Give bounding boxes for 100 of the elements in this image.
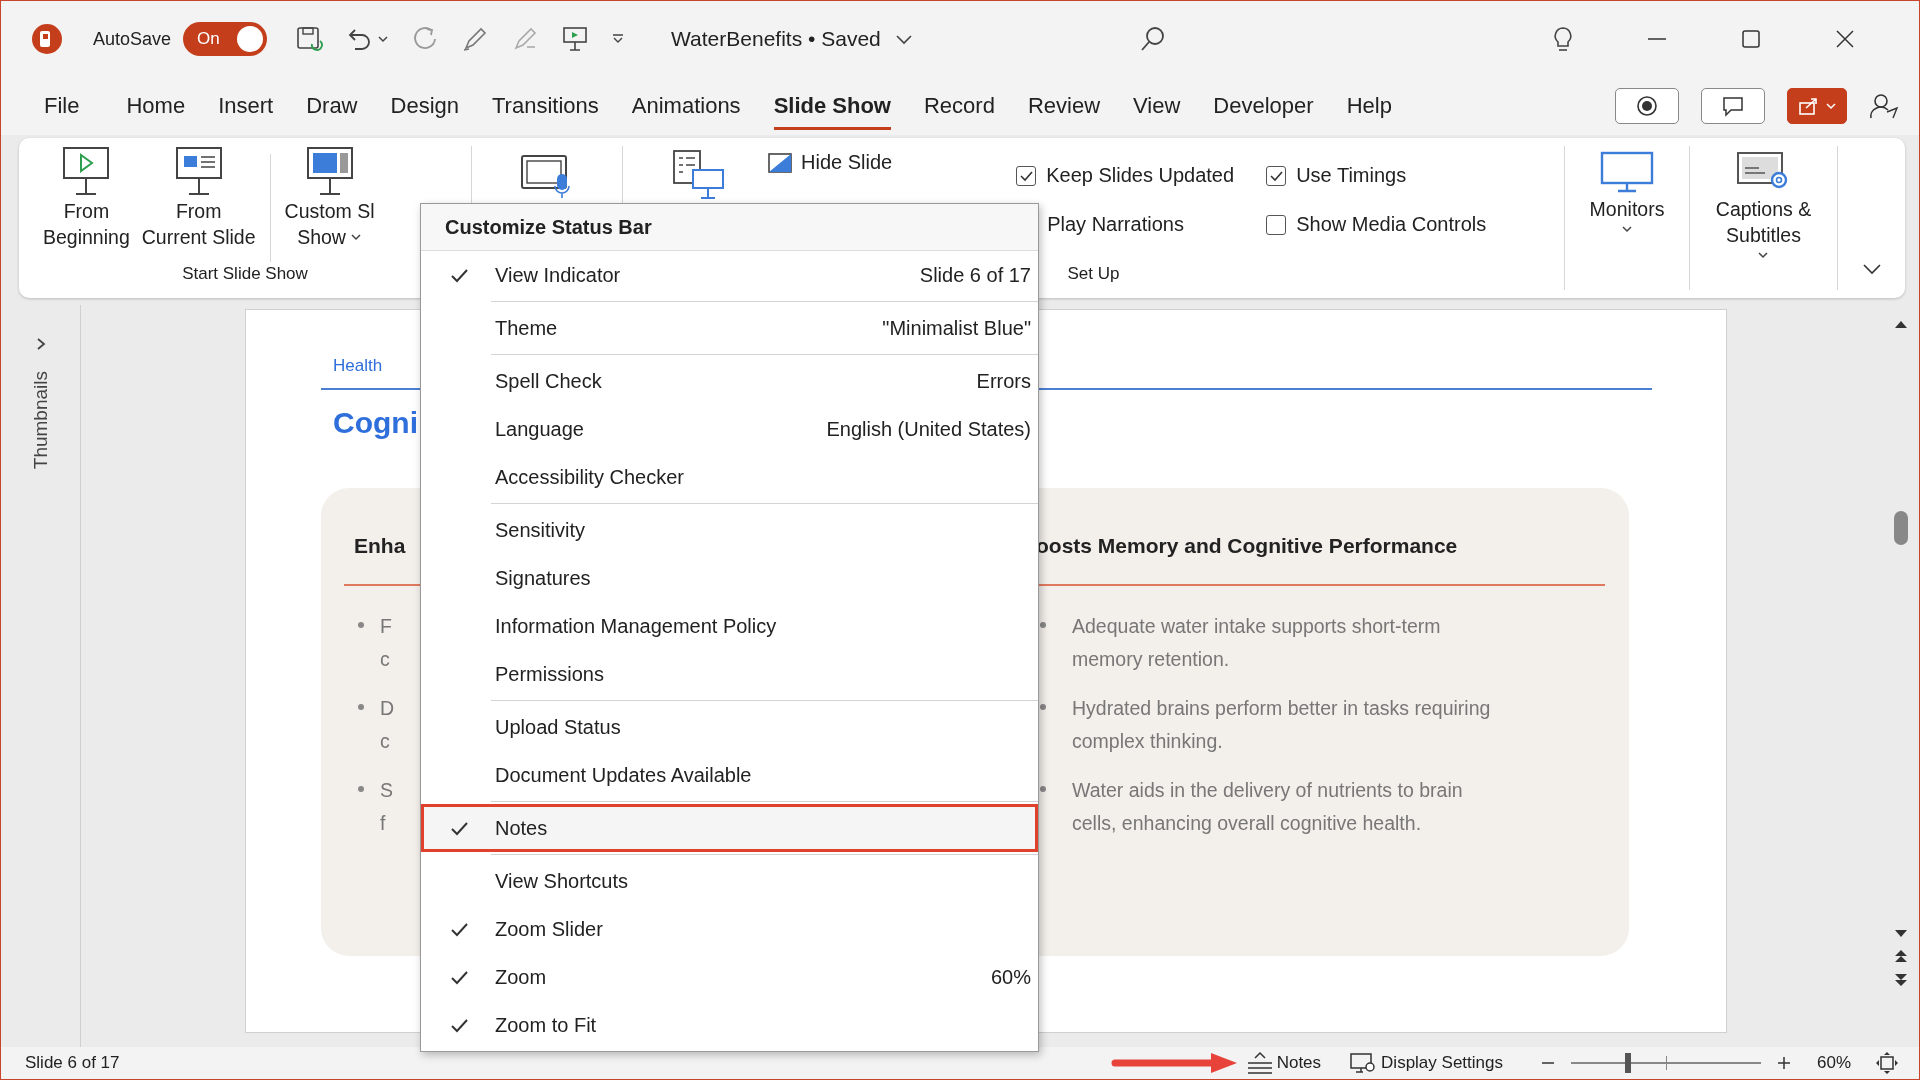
zoom-in-icon[interactable] bbox=[1776, 1056, 1791, 1070]
scroll-up-icon[interactable] bbox=[1894, 319, 1908, 329]
ribbon-tab[interactable]: Record bbox=[924, 82, 995, 130]
menu-item[interactable]: Theme "Minimalist Blue" bbox=[421, 304, 1038, 352]
checkbox[interactable] bbox=[1266, 214, 1287, 235]
group-label: Set Up bbox=[1067, 264, 1120, 285]
ribbon-tab[interactable]: Home bbox=[126, 82, 186, 130]
collapse-ribbon-icon[interactable] bbox=[1861, 262, 1882, 276]
menu-item[interactable]: View Indicator Slide 6 of 17 bbox=[421, 251, 1038, 299]
ribbon-tab[interactable]: Transitions bbox=[492, 82, 599, 130]
caret-icon[interactable] bbox=[377, 34, 390, 44]
bullet-icon bbox=[358, 704, 364, 710]
autosave-label: AutoSave bbox=[93, 28, 172, 50]
comments-button[interactable] bbox=[1701, 88, 1765, 124]
menu-item[interactable]: Language English (United States) bbox=[421, 405, 1038, 453]
menu-item-value: 60% bbox=[990, 965, 1031, 989]
checkbox[interactable] bbox=[1266, 165, 1287, 186]
ribbon-tab[interactable]: Help bbox=[1346, 82, 1392, 130]
menu-item[interactable]: Zoom Slider bbox=[421, 905, 1038, 953]
ribbon-tab[interactable]: File bbox=[44, 82, 80, 130]
menu-item[interactable]: Signatures bbox=[421, 554, 1038, 602]
menu-item[interactable]: Sensitivity bbox=[421, 506, 1038, 554]
bullet-text: Hydrated brains perform better in tasks requiring complex thinking. bbox=[1072, 696, 1491, 754]
checkbox-label: Show Media Controls bbox=[1296, 213, 1487, 236]
slide-setup-icon[interactable] bbox=[671, 148, 727, 200]
app-icon bbox=[31, 23, 63, 55]
hide-slide-button[interactable]: Hide Slide bbox=[767, 151, 893, 174]
checkbox-label: Play Narrations bbox=[1047, 213, 1184, 236]
card-heading: oosts Memory and Cognitive Performance bbox=[1036, 534, 1459, 558]
slider-thumb[interactable] bbox=[1624, 1053, 1631, 1073]
ribbon-tab[interactable]: Review bbox=[1027, 82, 1101, 130]
comment-icon bbox=[1721, 95, 1745, 117]
autosave-toggle[interactable]: On bbox=[183, 22, 268, 56]
menu-item[interactable]: Zoom to Fit bbox=[421, 1001, 1038, 1049]
caret-icon bbox=[1825, 101, 1837, 111]
ribbon-tab[interactable]: Slide Show bbox=[773, 82, 891, 130]
notes-icon bbox=[1246, 1051, 1273, 1075]
presentation-icon[interactable] bbox=[561, 25, 590, 53]
search-icon[interactable] bbox=[1138, 25, 1167, 53]
ribbon-button[interactable]: Captions & Subtitles bbox=[1711, 150, 1816, 260]
ribbon-button[interactable]: From Beginning bbox=[39, 146, 134, 250]
menu-item-value: "Minimalist Blue" bbox=[882, 316, 1031, 340]
ribbon-button[interactable]: Custom Sl Show bbox=[280, 146, 379, 250]
bullet-icon bbox=[1040, 622, 1046, 628]
menu-item[interactable]: Accessibility Checker bbox=[421, 453, 1038, 501]
hide-slide-icon bbox=[767, 151, 793, 174]
chevron-down-icon[interactable] bbox=[894, 33, 913, 45]
checkbox-label: Use Timings bbox=[1296, 164, 1407, 187]
bullet-icon bbox=[358, 786, 364, 792]
ribbon-button[interactable]: From Current Slide bbox=[137, 146, 260, 250]
monitor-icon bbox=[1598, 150, 1656, 194]
fit-to-window-icon[interactable] bbox=[1875, 1051, 1899, 1075]
checkbox[interactable] bbox=[1016, 165, 1037, 186]
next-slide-icon[interactable] bbox=[1894, 973, 1908, 987]
person-icon[interactable] bbox=[1869, 92, 1899, 120]
section-tag: Health bbox=[333, 356, 383, 375]
menu-item[interactable]: Upload Status bbox=[421, 703, 1038, 751]
card-heading: Enha bbox=[354, 534, 407, 558]
slide-indicator[interactable]: Slide 6 of 17 bbox=[25, 1053, 120, 1073]
ribbon-tab[interactable]: Draw bbox=[306, 82, 358, 130]
checkbox-label: Keep Slides Updated bbox=[1046, 164, 1235, 187]
save-icon[interactable] bbox=[295, 25, 324, 53]
ribbon-tab[interactable]: View bbox=[1133, 82, 1181, 130]
bullet-text: Adequate water intake supports short-term memory retention. bbox=[1072, 614, 1441, 672]
display-settings-icon bbox=[1349, 1052, 1378, 1074]
menu-item[interactable]: Information Management Policy bbox=[421, 602, 1038, 650]
ribbon-tab[interactable]: Insert bbox=[218, 82, 274, 130]
ribbon-button[interactable]: Monitors bbox=[1585, 150, 1669, 234]
menu-item-value: English (United States) bbox=[826, 417, 1031, 441]
menu-item[interactable]: Spell Check Errors bbox=[421, 357, 1038, 405]
share-button[interactable] bbox=[1787, 88, 1847, 124]
bullet-text: F c bbox=[380, 614, 392, 672]
ribbon-tab[interactable]: Design bbox=[390, 82, 459, 130]
menu-title: Customize Status Bar bbox=[421, 204, 1038, 251]
menu-item-value: Errors bbox=[976, 369, 1031, 393]
scrollbar-thumb[interactable] bbox=[1894, 511, 1908, 545]
bullet-text: S f bbox=[380, 778, 393, 836]
notes-button[interactable]: Notes bbox=[1246, 1051, 1322, 1075]
record-icon bbox=[1636, 95, 1658, 117]
menu-item[interactable]: Document Updates Available bbox=[421, 751, 1038, 799]
bullet-text: Water aids in the delivery of nutrients to brain cells, enhancing overall cognitive health. bbox=[1072, 778, 1463, 836]
bullet-icon bbox=[1040, 786, 1046, 792]
document-title: WaterBenefits • Saved bbox=[671, 27, 881, 51]
customize-caret-icon[interactable] bbox=[611, 33, 626, 45]
menu-item[interactable]: View Shortcuts bbox=[421, 857, 1038, 905]
ribbon-tab[interactable]: Animations bbox=[631, 82, 741, 130]
slide-title: Cogni bbox=[332, 405, 418, 440]
record-button[interactable] bbox=[1615, 88, 1679, 124]
display-settings-button[interactable]: Display Settings bbox=[1349, 1052, 1503, 1074]
menu-item[interactable]: Notes bbox=[421, 804, 1038, 852]
menu-item-value: Slide 6 of 17 bbox=[919, 263, 1031, 287]
previous-slide-icon[interactable] bbox=[1894, 949, 1908, 963]
thumbnails-label[interactable]: Thumbnails bbox=[29, 371, 52, 470]
ribbon-tab[interactable]: Developer bbox=[1213, 82, 1314, 130]
bullet-text: D c bbox=[380, 696, 395, 754]
menu-item[interactable]: Zoom 60% bbox=[421, 953, 1038, 1001]
scroll-down-icon[interactable] bbox=[1894, 929, 1908, 939]
zoom-level[interactable]: 60% bbox=[1816, 1053, 1851, 1073]
bullet-icon bbox=[1040, 704, 1046, 710]
menu-item[interactable]: Permissions bbox=[421, 650, 1038, 698]
